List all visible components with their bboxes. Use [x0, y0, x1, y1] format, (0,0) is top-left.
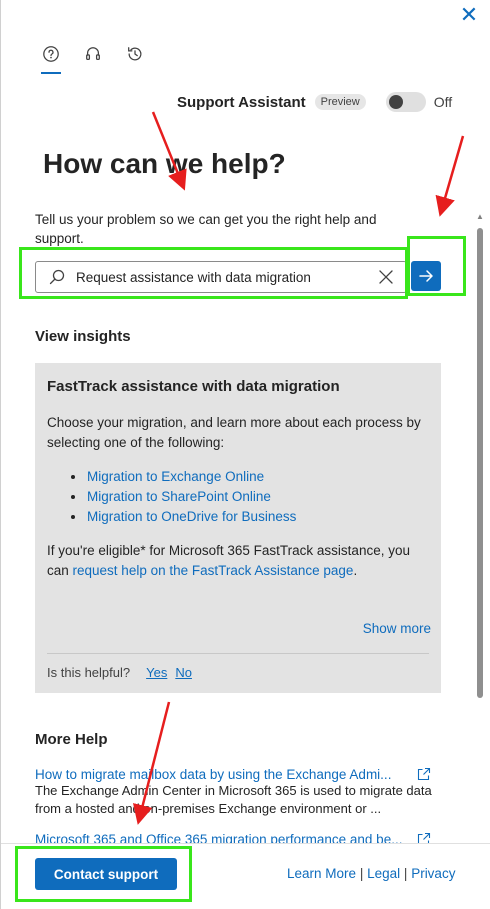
insight-card-description: Choose your migration, and learn more ab…: [47, 415, 421, 450]
preview-badge: Preview: [314, 94, 366, 110]
learn-more-link[interactable]: Learn More: [287, 866, 356, 881]
footer-separator: |: [403, 866, 408, 881]
panel-tabs: [41, 44, 145, 64]
scroll-up-arrow-icon[interactable]: ▲: [475, 212, 485, 222]
support-assistant-row: Support Assistant Preview Off: [177, 92, 452, 112]
tab-support[interactable]: [83, 44, 103, 64]
link-migration-onedrive[interactable]: Migration to OneDrive for Business: [47, 507, 296, 527]
active-tab-indicator: [41, 72, 61, 74]
page-title: How can we help?: [43, 148, 286, 179]
eligibility-text: If you're eligible* for Microsoft 365 Fa…: [47, 541, 427, 581]
contact-support-button[interactable]: Contact support: [35, 858, 177, 890]
toggle-state-label: Off: [433, 94, 453, 110]
footer-separator: |: [359, 866, 364, 881]
helpful-no-link[interactable]: No: [175, 665, 192, 680]
helpful-feedback-row: Is this helpful? Yes No: [47, 665, 192, 680]
arrow-right-icon: [419, 270, 433, 282]
link-migration-exchange[interactable]: Migration to Exchange Online: [47, 467, 296, 487]
search-input[interactable]: [76, 269, 378, 285]
panel-footer: Contact support Learn More | Legal | Pri…: [1, 843, 490, 909]
card-divider: [47, 653, 429, 654]
more-help-title: More Help: [35, 731, 108, 748]
more-help-link[interactable]: How to migrate mailbox data by using the…: [35, 767, 413, 782]
view-insights-title: View insights: [35, 328, 131, 345]
migration-links: Migration to Exchange Online Migration t…: [47, 467, 296, 527]
support-assistant-label: Support Assistant: [177, 93, 306, 111]
tab-history[interactable]: [125, 44, 145, 64]
insight-card: FastTrack assistance with data migration…: [35, 363, 441, 693]
question-circle-icon: [43, 46, 59, 62]
search-box: [35, 261, 407, 293]
intro-text: Tell us your problem so we can get you t…: [35, 212, 377, 246]
link-migration-sharepoint[interactable]: Migration to SharePoint Online: [47, 487, 296, 507]
insight-card-title: FastTrack assistance with data migration: [47, 378, 340, 395]
tab-help[interactable]: [41, 44, 61, 64]
footer-links: Learn More | Legal | Privacy: [287, 866, 455, 881]
scrollbar[interactable]: ▲: [475, 212, 485, 832]
more-help-item: How to migrate mailbox data by using the…: [35, 767, 435, 818]
helpful-question: Is this helpful?: [47, 665, 131, 680]
close-icon[interactable]: ✕: [458, 4, 480, 26]
search-icon: [49, 269, 65, 285]
more-help-description: The Exchange Admin Center in Microsoft 3…: [35, 783, 432, 816]
clear-icon[interactable]: [378, 269, 394, 285]
privacy-link[interactable]: Privacy: [411, 866, 455, 881]
legal-link[interactable]: Legal: [367, 866, 400, 881]
show-more-link[interactable]: Show more: [363, 621, 431, 636]
submit-search-button[interactable]: [411, 261, 441, 291]
arrow-to-submit: [435, 135, 465, 217]
support-panel: ✕ Support Assistant Preview Off How can …: [0, 0, 490, 909]
headset-icon: [86, 47, 100, 61]
external-link-icon[interactable]: [417, 767, 431, 781]
history-icon: [128, 47, 142, 61]
helpful-yes-link[interactable]: Yes: [146, 665, 167, 680]
card-fade: [47, 591, 427, 609]
eligibility-suffix: .: [353, 563, 358, 578]
support-assistant-toggle[interactable]: [385, 92, 426, 112]
toggle-knob: [388, 95, 403, 109]
scrollbar-thumb[interactable]: [477, 228, 483, 698]
fasttrack-request-link[interactable]: request help on the FastTrack Assistance…: [73, 563, 354, 578]
